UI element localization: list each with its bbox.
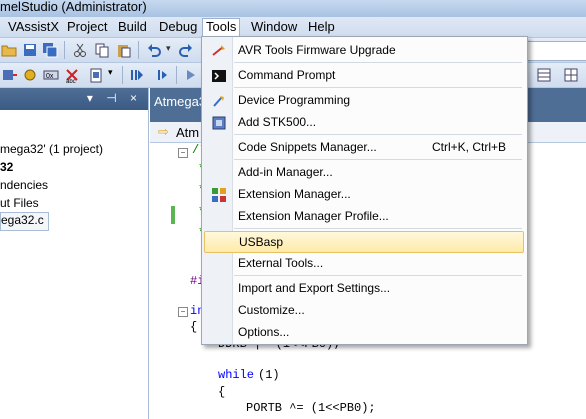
device-icon[interactable] <box>22 67 38 83</box>
spell-check-icon[interactable]: abc <box>64 67 80 83</box>
undo-dropdown-icon[interactable]: ▾ <box>166 43 171 54</box>
code-brace: { <box>218 385 226 399</box>
toolbar-separator <box>64 41 65 59</box>
step-into-icon[interactable] <box>128 67 144 83</box>
menu-item-label: Add-in Manager... <box>238 165 333 179</box>
toolbar-separator <box>138 41 139 59</box>
tree-item[interactable]: ndencies <box>0 178 48 195</box>
menu-window[interactable]: Window <box>251 19 297 36</box>
menu-item-label: Command Prompt <box>238 68 336 82</box>
grid-icon[interactable] <box>536 67 552 83</box>
menu-item-label: Options... <box>238 325 290 339</box>
code-brace: { <box>190 320 198 334</box>
open-folder-icon[interactable] <box>1 42 17 58</box>
title-bar: melStudio (Administrator) <box>0 0 586 17</box>
solution-explorer: ▾ ⊣ × mega32' (1 project) 32 ndencies ut… <box>0 88 149 419</box>
menu-item-label: Extension Manager Profile... <box>238 209 389 223</box>
menu-item-label: Import and Export Settings... <box>238 281 391 295</box>
tools-menu: AVR Tools Firmware Upgrade Command Promp… <box>201 36 528 345</box>
menu-item-code-snippets-manager[interactable]: Code Snippets Manager... Ctrl+K, Ctrl+B <box>204 137 524 158</box>
toolbar-separator <box>176 66 177 84</box>
menu-item-options[interactable]: Options... <box>204 322 524 343</box>
menu-project[interactable]: Project <box>67 19 107 36</box>
code-while-arg: (1) <box>258 368 280 382</box>
menu-separator <box>234 275 522 276</box>
device-programming-icon <box>213 96 224 107</box>
program-icon[interactable] <box>1 67 17 83</box>
tree-item[interactable]: mega32' (1 project) <box>0 142 103 159</box>
menu-item-device-programming[interactable]: Device Programming <box>204 90 524 111</box>
menu-help[interactable]: Help <box>308 19 335 36</box>
menu-bar: VAssistX Project Build Debug Tools Windo… <box>0 17 586 38</box>
toolbar-combo[interactable] <box>526 41 586 61</box>
menu-item-label: Add STK500... <box>238 115 317 129</box>
clipboard-icon[interactable] <box>88 67 104 83</box>
code-portb: PORTB ^= (1<<PB0); <box>246 401 376 415</box>
menu-separator <box>234 228 522 229</box>
redo-icon[interactable] <box>178 42 194 58</box>
menu-separator <box>234 62 522 63</box>
save-icon[interactable] <box>22 42 38 58</box>
toolbar-separator <box>122 66 123 84</box>
file-navigation-combo[interactable]: Atm <box>176 125 199 140</box>
menu-vassistx[interactable]: VAssistX <box>8 19 59 36</box>
pane-controls[interactable]: ▾ ⊣ × <box>87 91 142 105</box>
svg-text:abc: abc <box>66 79 76 83</box>
tree-item[interactable]: ut Files <box>0 196 39 213</box>
command-prompt-icon <box>212 70 226 82</box>
run-icon[interactable] <box>183 67 199 83</box>
step-over-icon[interactable] <box>156 67 172 83</box>
cut-icon[interactable] <box>72 42 88 58</box>
menu-item-add-stk500[interactable]: Add STK500... <box>204 112 524 133</box>
menu-item-label: Extension Manager... <box>238 187 351 201</box>
toolbar-dropdown-icon[interactable]: ▾ <box>108 67 113 78</box>
save-all-icon[interactable] <box>42 42 58 58</box>
solution-explorer-header: ▾ ⊣ × <box>0 88 148 110</box>
menu-item-extension-manager-profile[interactable]: Extension Manager Profile... <box>204 206 524 227</box>
undo-icon[interactable] <box>146 42 162 58</box>
menu-item-add-in-manager[interactable]: Add-in Manager... <box>204 162 524 183</box>
menu-item-import-export-settings[interactable]: Import and Export Settings... <box>204 278 524 299</box>
extension-manager-icon <box>212 188 226 202</box>
menu-item-command-prompt[interactable]: Command Prompt <box>204 65 524 86</box>
menu-separator <box>234 87 522 88</box>
menu-debug[interactable]: Debug <box>159 19 197 36</box>
paste-icon[interactable] <box>116 42 132 58</box>
memory-icon[interactable]: 0x <box>43 67 59 83</box>
menu-item-label: Device Programming <box>238 93 351 107</box>
menu-item-usbasp[interactable]: USBasp <box>204 231 524 253</box>
menu-item-label: AVR Tools Firmware Upgrade <box>238 43 396 57</box>
table-icon[interactable] <box>563 67 579 83</box>
menu-item-avr-firmware-upgrade[interactable]: AVR Tools Firmware Upgrade <box>204 40 524 61</box>
firmware-upgrade-icon <box>212 45 225 56</box>
menu-item-shortcut: Ctrl+K, Ctrl+B <box>432 140 507 154</box>
menu-tools[interactable]: Tools <box>202 18 241 38</box>
collapse-icon[interactable]: − <box>178 148 188 158</box>
collapse-icon[interactable]: − <box>178 307 188 317</box>
menu-item-external-tools[interactable]: External Tools... <box>204 253 524 274</box>
menu-item-customize[interactable]: Customize... <box>204 300 524 321</box>
copy-icon[interactable] <box>94 42 110 58</box>
menu-item-extension-manager[interactable]: Extension Manager... <box>204 184 524 205</box>
svg-text:0x: 0x <box>46 73 54 80</box>
window-title: melStudio (Administrator) <box>0 0 147 14</box>
stk500-icon <box>212 116 226 130</box>
menu-item-label: Code Snippets Manager... <box>238 140 377 154</box>
menu-separator <box>234 134 522 135</box>
menu-item-label: External Tools... <box>238 256 324 270</box>
menu-item-label: Customize... <box>238 303 305 317</box>
arrow-icon: ⇨ <box>158 124 169 139</box>
code-while-keyword: while <box>218 368 255 382</box>
tree-item-selected[interactable]: ega32.c <box>0 212 49 231</box>
menu-separator <box>234 159 522 160</box>
menu-build[interactable]: Build <box>118 19 147 36</box>
tree-item[interactable]: 32 <box>0 160 13 177</box>
menu-item-label: USBasp <box>239 235 284 249</box>
change-marker <box>171 206 175 224</box>
